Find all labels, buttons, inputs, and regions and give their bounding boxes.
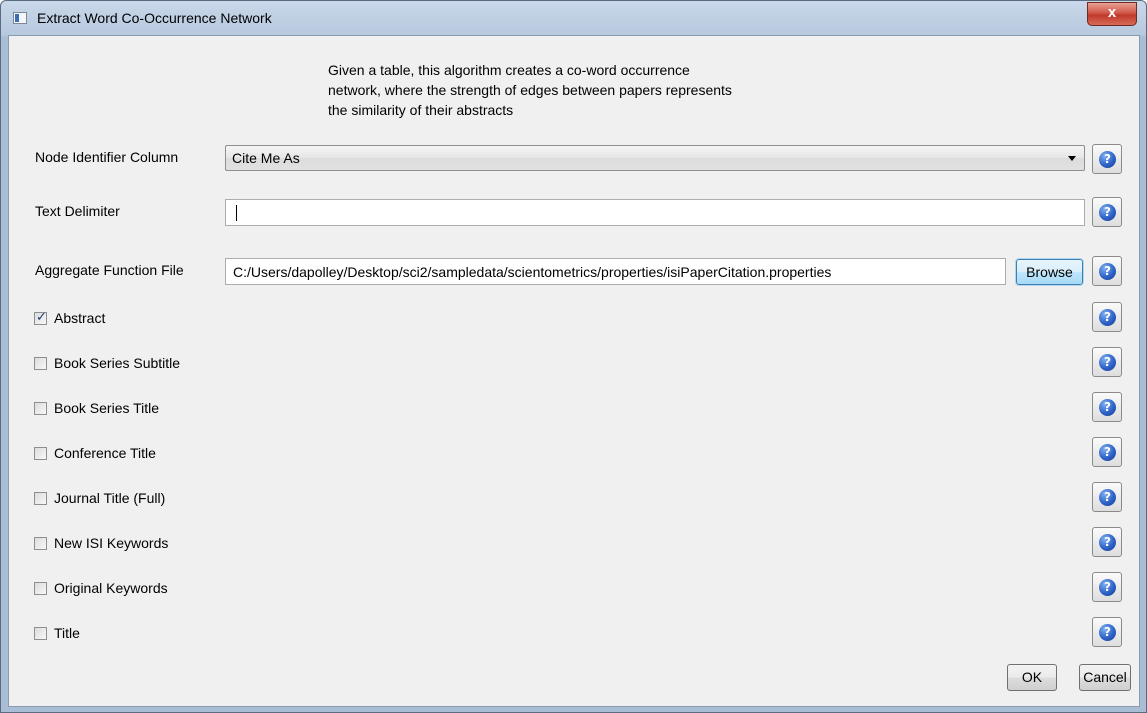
description-line: network, where the strength of edges bet… <box>328 82 732 98</box>
aggregate-file-path: C:/Users/dapolley/Desktop/sci2/sampledat… <box>233 264 832 280</box>
checkbox-checked[interactable] <box>34 310 47 325</box>
aggregate-file-label: Aggregate Function File <box>35 262 184 278</box>
checkbox[interactable] <box>34 492 47 505</box>
chevron-down-icon <box>1068 156 1076 161</box>
algorithm-description: Given a table, this algorithm creates a … <box>328 60 868 120</box>
checkbox[interactable] <box>34 627 47 640</box>
help-button-abstract[interactable]: ? <box>1092 302 1122 332</box>
description-line: Given a table, this algorithm creates a … <box>328 62 690 78</box>
help-button-new-isi-keywords[interactable]: ? <box>1092 527 1122 557</box>
checkbox-label: Original Keywords <box>54 580 168 596</box>
aggregate-file-input[interactable]: C:/Users/dapolley/Desktop/sci2/sampledat… <box>225 258 1006 285</box>
window-title: Extract Word Co-Occurrence Network <box>37 10 272 26</box>
node-identifier-label: Node Identifier Column <box>35 149 179 165</box>
help-button-conference-title[interactable]: ? <box>1092 437 1122 467</box>
app-window-icon <box>13 12 27 24</box>
help-question-icon: ? <box>1099 579 1116 596</box>
close-button[interactable]: x <box>1087 2 1137 26</box>
help-question-icon: ? <box>1099 534 1116 551</box>
checkbox[interactable] <box>34 537 47 550</box>
dialog-window: Extract Word Co-Occurrence Network x Giv… <box>0 0 1147 713</box>
help-button-node-identifier[interactable]: ? <box>1092 144 1122 174</box>
checkbox[interactable] <box>34 447 47 460</box>
help-question-icon: ? <box>1099 489 1116 506</box>
help-question-icon: ? <box>1099 444 1116 461</box>
checkbox-label: Journal Title (Full) <box>54 490 166 506</box>
help-question-icon: ? <box>1099 354 1116 371</box>
help-question-icon: ? <box>1099 399 1116 416</box>
checkbox-label: Title <box>54 625 80 641</box>
help-button-book-series-title[interactable]: ? <box>1092 392 1122 422</box>
checkbox-label: Conference Title <box>54 445 156 461</box>
text-delimiter-input[interactable] <box>225 199 1085 226</box>
help-button-book-series-subtitle[interactable]: ? <box>1092 347 1122 377</box>
help-button-text-delimiter[interactable]: ? <box>1092 197 1122 227</box>
help-question-icon: ? <box>1099 309 1116 326</box>
help-question-icon: ? <box>1099 204 1116 221</box>
ok-button[interactable]: OK <box>1007 664 1057 691</box>
checkbox[interactable] <box>34 402 47 415</box>
browse-button[interactable]: Browse <box>1015 258 1084 286</box>
help-question-icon: ? <box>1099 151 1116 168</box>
help-question-icon: ? <box>1099 263 1116 280</box>
text-delimiter-label: Text Delimiter <box>35 203 120 219</box>
cancel-button[interactable]: Cancel <box>1079 664 1131 691</box>
help-question-icon: ? <box>1099 624 1116 641</box>
help-button-journal-title-full[interactable]: ? <box>1092 482 1122 512</box>
node-identifier-select[interactable]: Cite Me As <box>225 145 1085 171</box>
checkbox[interactable] <box>34 582 47 595</box>
help-button-title[interactable]: ? <box>1092 617 1122 647</box>
node-identifier-value: Cite Me As <box>232 150 300 166</box>
help-button-aggregate-file[interactable]: ? <box>1092 256 1122 286</box>
help-button-original-keywords[interactable]: ? <box>1092 572 1122 602</box>
title-bar[interactable]: Extract Word Co-Occurrence Network x <box>1 1 1146 35</box>
checkbox-label: Abstract <box>54 310 106 326</box>
checkbox-label: Book Series Subtitle <box>54 355 181 371</box>
checkbox[interactable] <box>34 357 47 370</box>
checkbox-label: New ISI Keywords <box>54 535 169 551</box>
checkbox-label: Book Series Title <box>54 400 160 416</box>
description-line: the similarity of their abstracts <box>328 102 514 118</box>
text-cursor <box>236 205 237 221</box>
dialog-body: Given a table, this algorithm creates a … <box>8 35 1140 707</box>
